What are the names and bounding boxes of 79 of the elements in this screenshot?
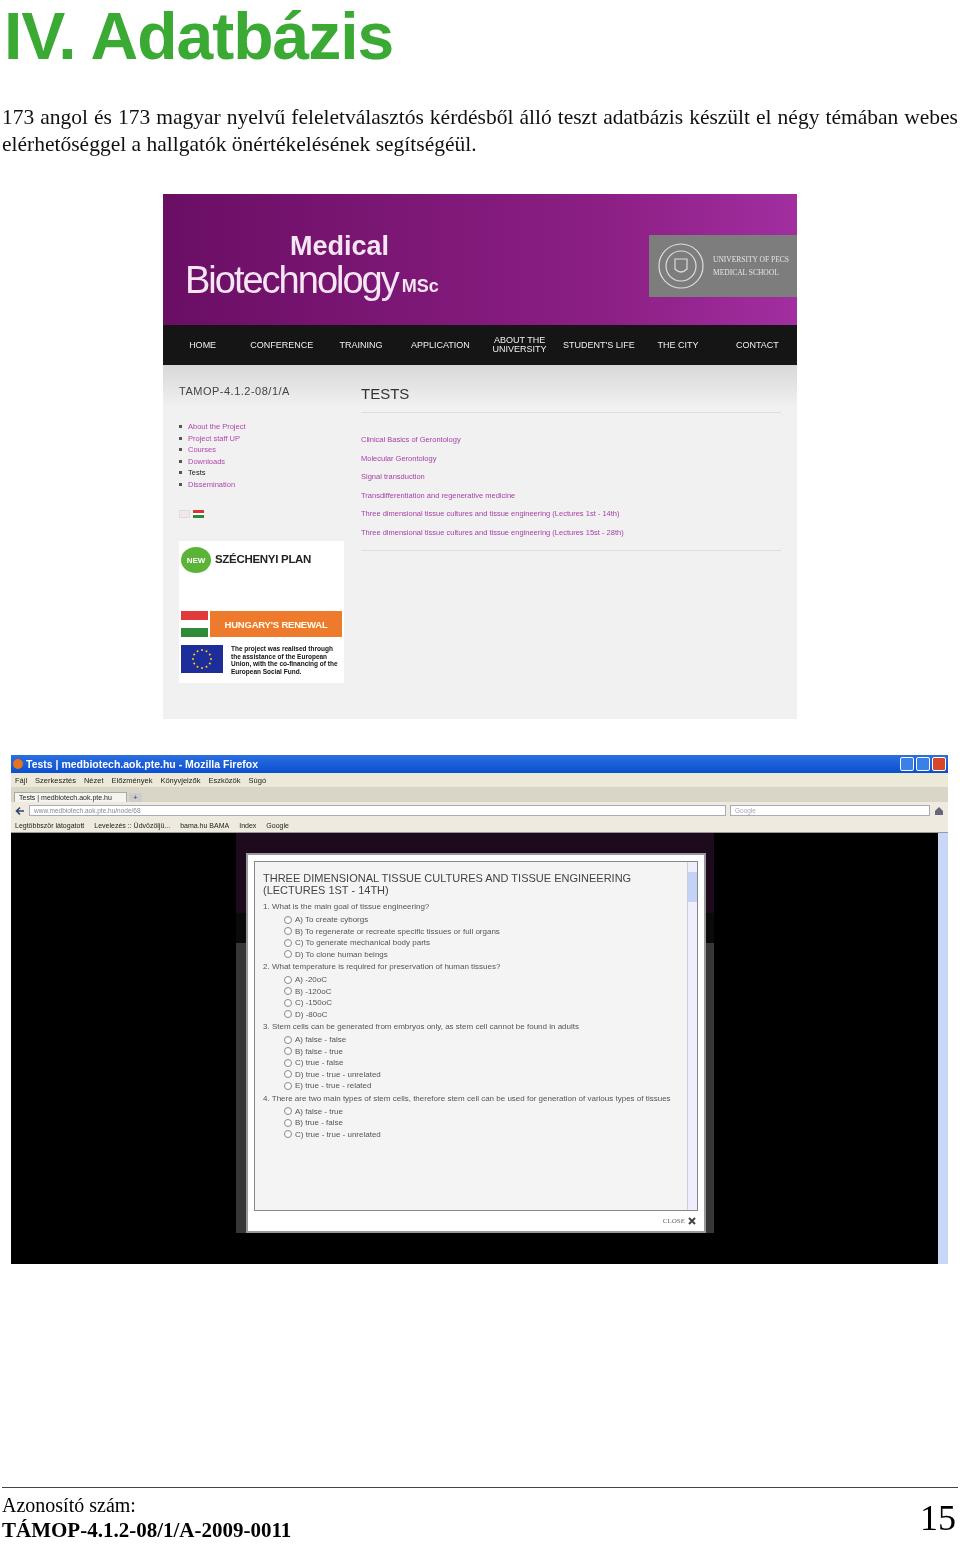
radio-button[interactable] [284,927,292,936]
radio-button[interactable] [284,975,292,984]
radio-button[interactable] [284,1058,292,1067]
logo-suffix: MSc [401,275,439,297]
section-title: TESTS [361,385,781,413]
window-title: Tests | medbiotech.aok.pte.hu - Mozilla Firefox [26,758,260,770]
project-code: TAMOP-4.1.2-08/1/A [179,385,291,397]
page-number: 15 [920,1496,956,1539]
bullet-icon [179,448,182,452]
radio-button[interactable] [284,1035,292,1044]
option-label: C) true - true - unrelated [295,1129,381,1139]
option-label: B) -120oC [295,986,332,996]
option-label: A) To create cyborgs [295,915,369,925]
option-label: C) To generate mechanical body parts [295,938,431,948]
browser-icon [13,759,23,769]
option-label: B) true - false [295,1118,343,1128]
eu-flag-icon [181,645,223,673]
option-label: A) false - true [295,1106,343,1116]
nav-link[interactable]: CONTACT [717,340,797,350]
bullet-icon [179,436,182,440]
radio-button[interactable] [284,1047,292,1056]
seal-icon [657,241,705,290]
intro-paragraph: 173 angol és 173 magyar nyelvű feleletválasztós kérdésből álló teszt adatbázis készült el négy témában webes elérhetőséggel a hallgatók önértékelésének segítségéül. [2,104,958,158]
radio-button[interactable] [284,998,292,1007]
page-heading: IV. Adatbázis [4,0,394,72]
new-tab-button[interactable]: + [128,793,142,802]
scrollbar[interactable] [687,862,697,1210]
nav-link[interactable]: CONFERENCE [242,340,322,350]
radio-button[interactable] [284,938,292,947]
radio-button[interactable] [284,1070,292,1079]
dialog-title: THREE DIMENSIONAL TISSUE CULTURES AND TISSUE ENGINEERING (LECTURES 1ST - 14TH) [263,872,633,896]
radio-button[interactable] [284,950,292,959]
question-text: 2. What temperature is required for preservation of human tissues? [263,962,502,972]
nav-link[interactable]: THE CITY [638,340,718,350]
option-label: E) true - true - related [295,1081,372,1091]
radio-button[interactable] [284,987,292,996]
nav-link[interactable]: HOME [163,340,243,350]
flag-icon [181,611,208,637]
renewal-banner: HUNGARY'S RENEWAL [210,611,342,637]
bullet-icon [179,425,182,429]
nav-link[interactable]: APPLICATION [400,340,480,350]
new-badge: NEW [181,547,211,573]
logo-text: Medical [290,231,390,260]
logo-text: Biotechnology [185,259,398,300]
minimize-button[interactable] [900,757,914,771]
back-icon[interactable] [15,805,25,816]
radio-button[interactable] [284,1081,292,1090]
nav-link[interactable]: TRAINING [321,340,401,350]
option-label: B) false - true [295,1046,343,1056]
option-label: A) -20oC [295,975,327,985]
radio-button[interactable] [284,1130,292,1139]
option-label: D) true - true - unrelated [295,1069,381,1079]
maximize-button[interactable] [916,757,930,771]
option-label: C) -150oC [295,998,332,1008]
option-label: A) false - false [295,1035,347,1045]
plan-logo-text: SZÉCHENYI PLAN [215,553,312,565]
radio-button[interactable] [284,1107,292,1116]
close-button[interactable] [932,757,946,771]
question-text: 1. What is the main goal of tissue engineering? [263,902,431,912]
home-icon[interactable] [934,805,944,816]
radio-button[interactable] [284,1118,292,1127]
nav-link[interactable]: STUDENT'S LIFE [559,340,639,350]
question-text: 4. There are two main types of stem cells, therefore stem cell can be used for generation of various types of tissues [263,1093,672,1104]
flag-icon[interactable] [193,510,204,518]
option-label: D) To clone human beings [295,949,388,959]
option-label: B) To regenerate or recreate specific tissues or full organs [295,926,500,936]
nav-link[interactable]: ABOUT THE UNIVERSITY [480,336,560,354]
bullet-icon [179,471,182,475]
scrollbar[interactable] [938,833,948,1264]
id-label: Azonosító szám: [2,1492,137,1518]
id-value: TÁMOP-4.1.2-08/1/A-2009-0011 [2,1517,292,1543]
bullet-icon [179,459,182,463]
bullet-icon [179,482,182,486]
radio-button[interactable] [284,915,292,924]
close-icon [688,1217,696,1225]
question-text: 3. Stem cells can be generated from embryos only, as stem cell cannot be found in adults [263,1022,581,1032]
option-label: C) true - false [295,1058,344,1068]
radio-button[interactable] [284,1010,292,1019]
option-label: D) -80oC [295,1009,328,1019]
